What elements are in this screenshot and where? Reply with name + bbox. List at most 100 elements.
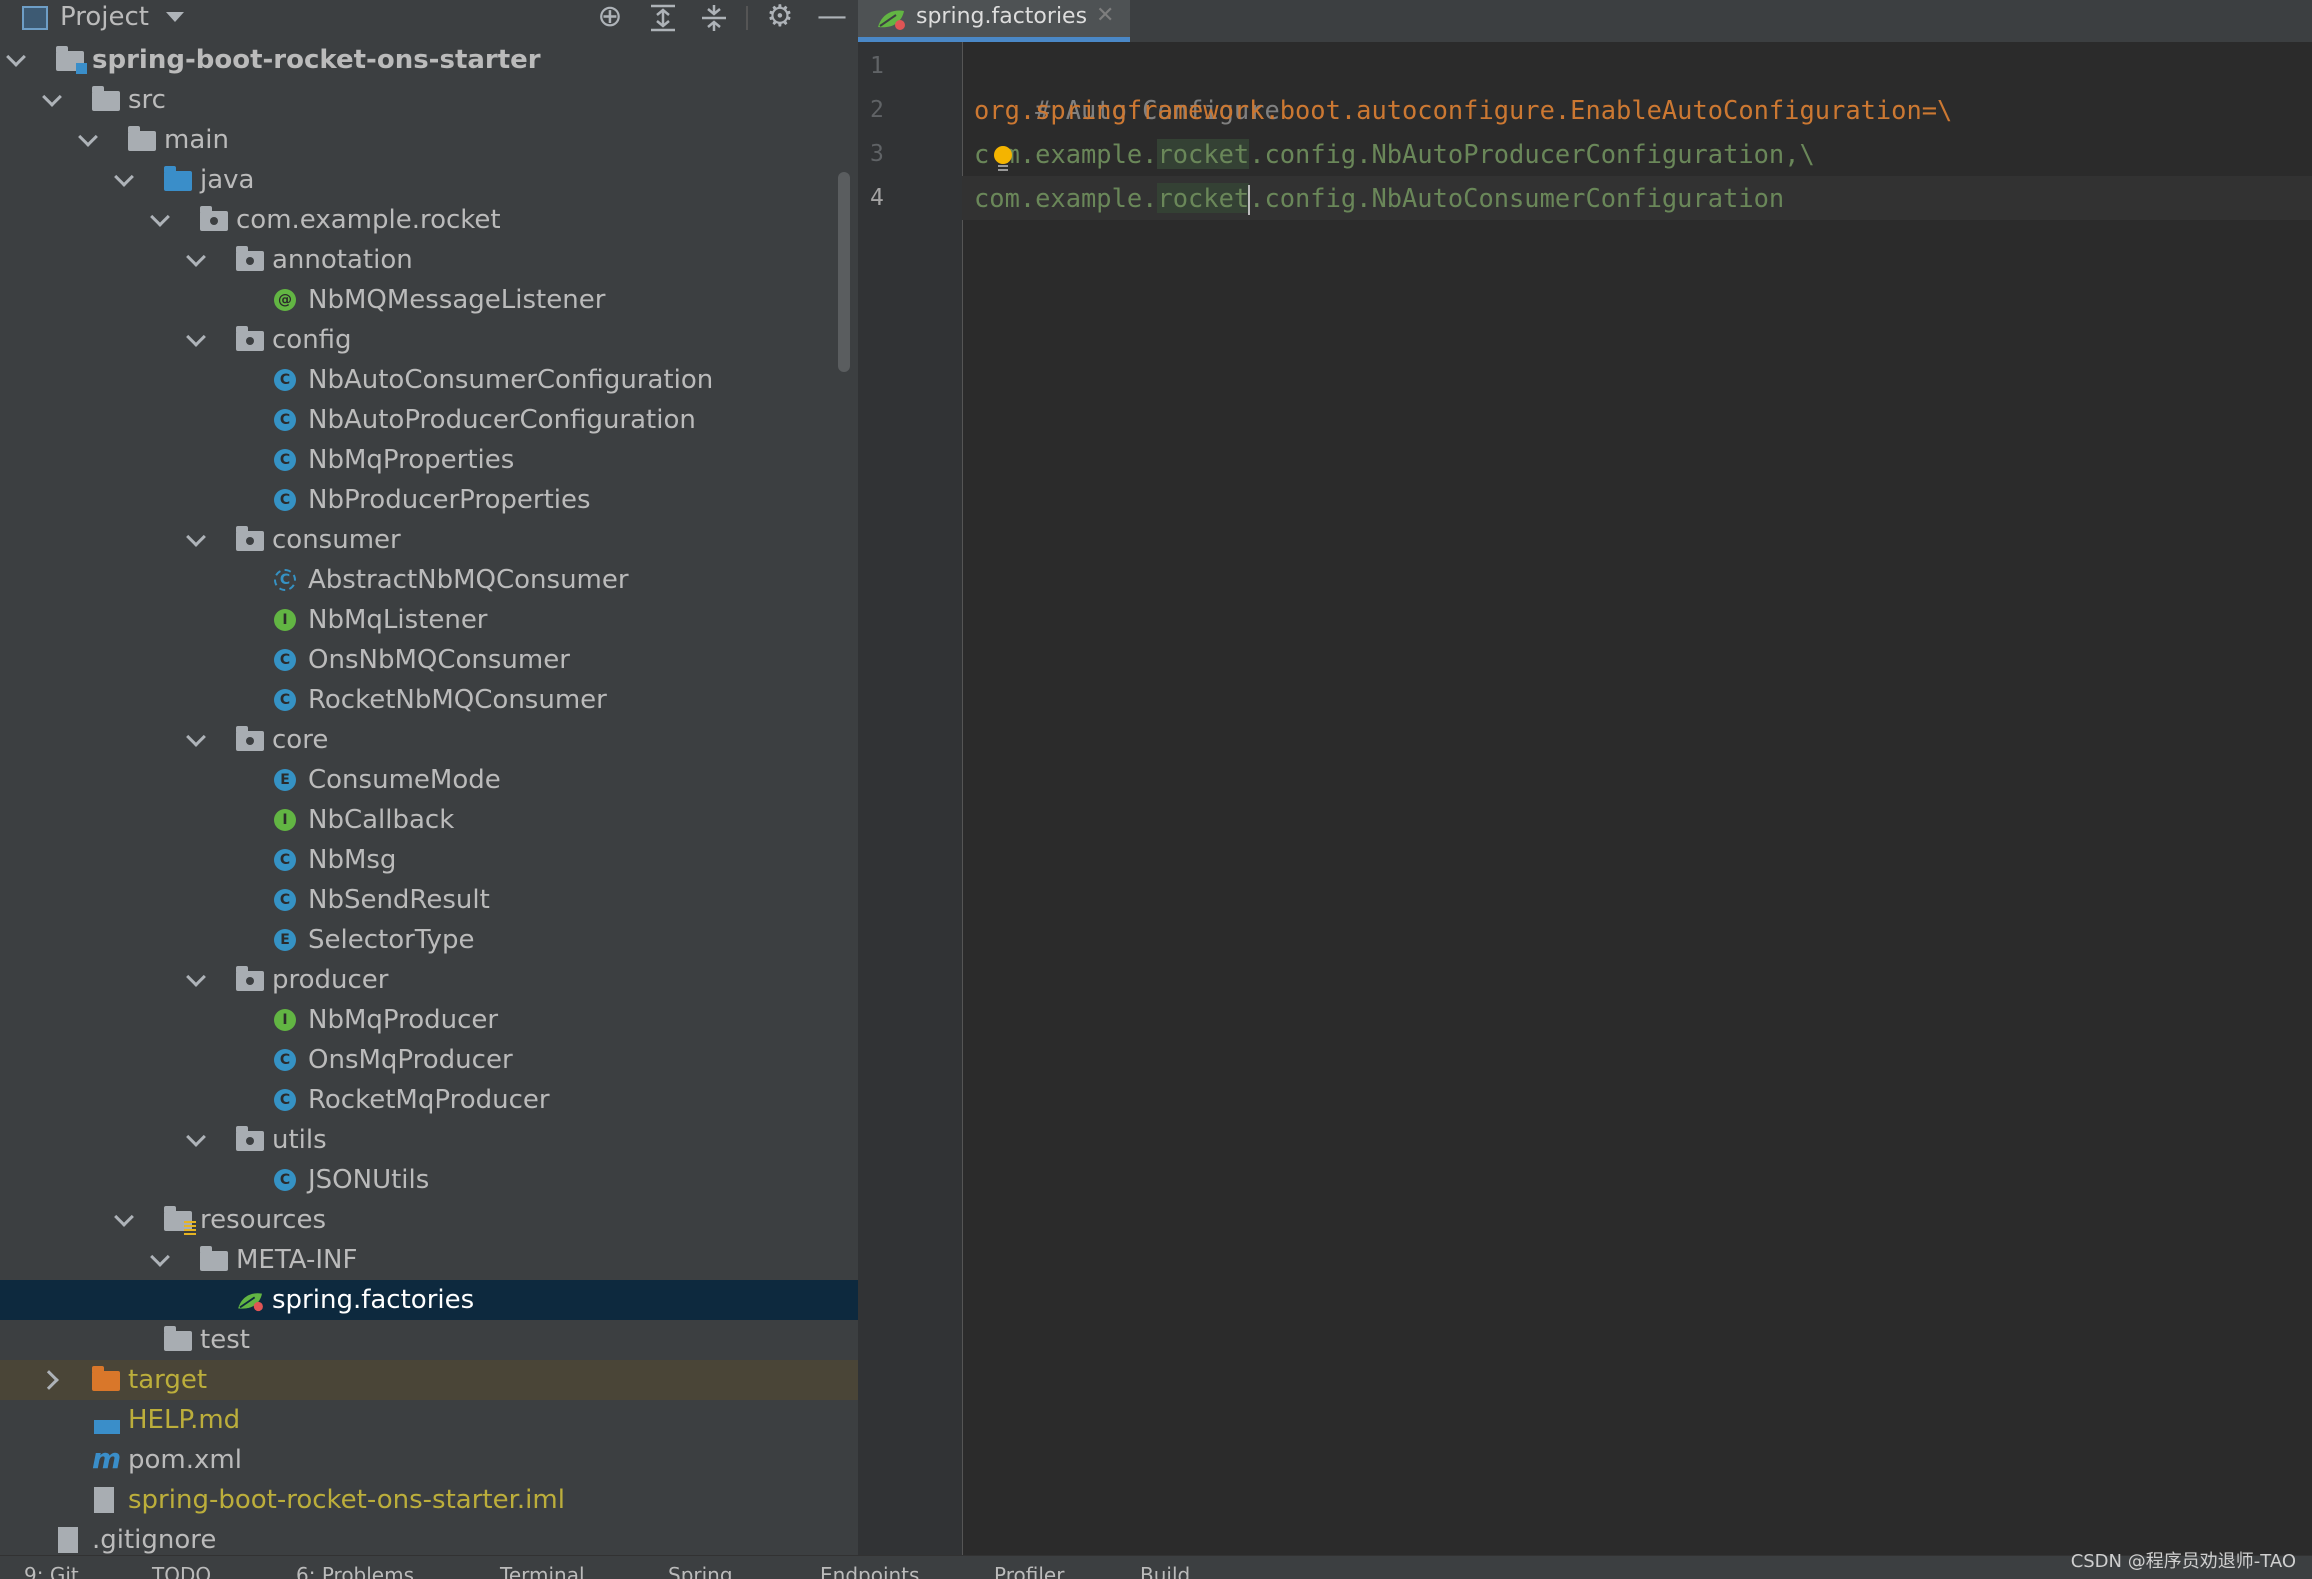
tree-row[interactable]: .gitignore (0, 1520, 858, 1555)
tree-row[interactable]: C NbSendResult (0, 880, 858, 920)
tool-window-button[interactable]: 6: Problems (296, 1563, 414, 1579)
chevron-down-icon[interactable] (150, 208, 170, 232)
chevron-down-icon[interactable] (42, 88, 62, 112)
tree-row[interactable]: spring-boot-rocket-ons-starter.iml (0, 1480, 858, 1520)
minimize-icon[interactable]: — (812, 0, 852, 36)
tree-row[interactable]: test (0, 1320, 858, 1360)
code-line-4[interactable]: com.example.rocket.config.NbAutoConsumer… (974, 176, 1784, 220)
tree-row[interactable]: C OnsNbMQConsumer (0, 640, 858, 680)
tree-item-label: META-INF (236, 1245, 358, 1275)
tree-row[interactable]: I NbMqProducer (0, 1000, 858, 1040)
tree-item-label: JSONUtils (308, 1165, 430, 1195)
tree-row[interactable]: I NbMqListener (0, 600, 858, 640)
chevron-down-icon[interactable] (186, 528, 206, 552)
tree-row[interactable]: src (0, 80, 858, 120)
project-view-selector[interactable]: Project (60, 0, 149, 36)
tree-row[interactable]: C AbstractNbMQConsumer (0, 560, 858, 600)
tree-row[interactable]: HELP.md (0, 1400, 858, 1440)
tree-row[interactable]: m pom.xml (0, 1440, 858, 1480)
tree-row[interactable]: C NbMqProperties (0, 440, 858, 480)
tree-row[interactable]: annotation (0, 240, 858, 280)
tree-item-label: annotation (272, 245, 413, 275)
line-number-current: 4 (870, 185, 884, 211)
tree-item-label: spring-boot-rocket-ons-starter (92, 45, 541, 75)
chevron-down-icon[interactable] (78, 128, 98, 152)
tree-row[interactable]: main (0, 120, 858, 160)
tree-item-label: AbstractNbMQConsumer (308, 565, 629, 595)
tree-row[interactable]: spring-boot-rocket-ons-starter (0, 40, 858, 80)
class-icon: C (274, 489, 296, 511)
chevron-down-icon[interactable] (6, 48, 26, 72)
tree-row[interactable]: consumer (0, 520, 858, 560)
package-icon (236, 526, 264, 551)
package-icon (236, 966, 264, 991)
tree-row[interactable]: E ConsumeMode (0, 760, 858, 800)
folder-icon (164, 166, 192, 191)
tree-row[interactable]: META-INF (0, 1240, 858, 1280)
collapse-all-icon[interactable] (694, 0, 734, 36)
tree-item-label: NbMQMessageListener (308, 285, 606, 315)
tree-row[interactable]: core (0, 720, 858, 760)
tree-row[interactable]: C NbAutoProducerConfiguration (0, 400, 858, 440)
tool-window-button[interactable]: Terminal (500, 1563, 585, 1579)
tree-row[interactable]: I NbCallback (0, 800, 858, 840)
tree-row[interactable]: resources (0, 1200, 858, 1240)
tree-row[interactable]: utils (0, 1120, 858, 1160)
tree-item-label: RocketNbMQConsumer (308, 685, 607, 715)
toolbar-divider (746, 6, 748, 30)
code-line-1[interactable]: # Auto Configure (974, 44, 1280, 125)
tree-row[interactable]: config (0, 320, 858, 360)
chevron-down-icon[interactable] (150, 1248, 170, 1272)
tool-window-button[interactable]: Endpoints (820, 1563, 919, 1579)
chevron-down-icon[interactable] (114, 1208, 134, 1232)
tool-window-button[interactable]: 9: Git (24, 1563, 79, 1579)
tree-item-label: com.example.rocket (236, 205, 501, 235)
tool-window-button[interactable]: TODO (152, 1563, 211, 1579)
tree-row[interactable]: C NbAutoConsumerConfiguration (0, 360, 858, 400)
package-icon (236, 326, 264, 351)
folder-icon (164, 1206, 196, 1235)
chevron-down-icon[interactable] (114, 168, 134, 192)
folder-icon (200, 1246, 228, 1271)
tool-window-button[interactable]: Build (1140, 1563, 1190, 1579)
enum-icon: E (274, 769, 296, 791)
tree-row[interactable]: spring.factories (0, 1280, 858, 1320)
chevron-down-icon[interactable] (186, 968, 206, 992)
tree-row[interactable]: C JSONUtils (0, 1160, 858, 1200)
tree-row[interactable]: C RocketNbMQConsumer (0, 680, 858, 720)
tree-row[interactable]: C OnsMqProducer (0, 1040, 858, 1080)
tab-spring-factories[interactable]: spring.factories ✕ (858, 0, 1130, 42)
chevron-down-icon[interactable] (186, 328, 206, 352)
tree-row[interactable]: E SelectorType (0, 920, 858, 960)
scrollbar-thumb[interactable] (838, 172, 850, 372)
code-line-2[interactable]: org.springframework.boot.autoconfigure.E… (974, 88, 1952, 132)
chevron-right-icon[interactable] (42, 1368, 62, 1392)
tree-item-label: NbCallback (308, 805, 455, 835)
chevron-down-icon[interactable] (166, 12, 184, 22)
expand-all-icon[interactable] (643, 0, 683, 36)
tree-item-label: main (164, 125, 229, 155)
interface-icon: I (274, 809, 296, 831)
line-number-gutter: 1 2 3 4 (858, 42, 963, 1555)
tree-row[interactable]: C NbMsg (0, 840, 858, 880)
chevron-down-icon[interactable] (186, 1128, 206, 1152)
tree-item-label: src (128, 85, 166, 115)
close-icon[interactable]: ✕ (1096, 0, 1114, 36)
tree-row[interactable]: C RocketMqProducer (0, 1080, 858, 1120)
tree-row[interactable]: producer (0, 960, 858, 1000)
tool-window-button[interactable]: Spring (668, 1563, 733, 1579)
tree-item-label: utils (272, 1125, 327, 1155)
tree-row[interactable]: C NbProducerProperties (0, 480, 858, 520)
locate-icon[interactable]: ⊕ (590, 0, 630, 36)
tree-item-label: ConsumeMode (308, 765, 501, 795)
tree-row[interactable]: target (0, 1360, 858, 1400)
tree-row[interactable]: @ NbMQMessageListener (0, 280, 858, 320)
gear-icon[interactable]: ⚙ (760, 0, 800, 36)
tool-window-button[interactable]: Profiler (994, 1563, 1064, 1579)
code-line-3[interactable]: com.example.rocket.config.NbAutoProducer… (974, 132, 1815, 176)
tree-row[interactable]: java (0, 160, 858, 200)
tree-row[interactable]: com.example.rocket (0, 200, 858, 240)
lightbulb-icon[interactable] (992, 146, 1014, 176)
chevron-down-icon[interactable] (186, 728, 206, 752)
chevron-down-icon[interactable] (186, 248, 206, 272)
